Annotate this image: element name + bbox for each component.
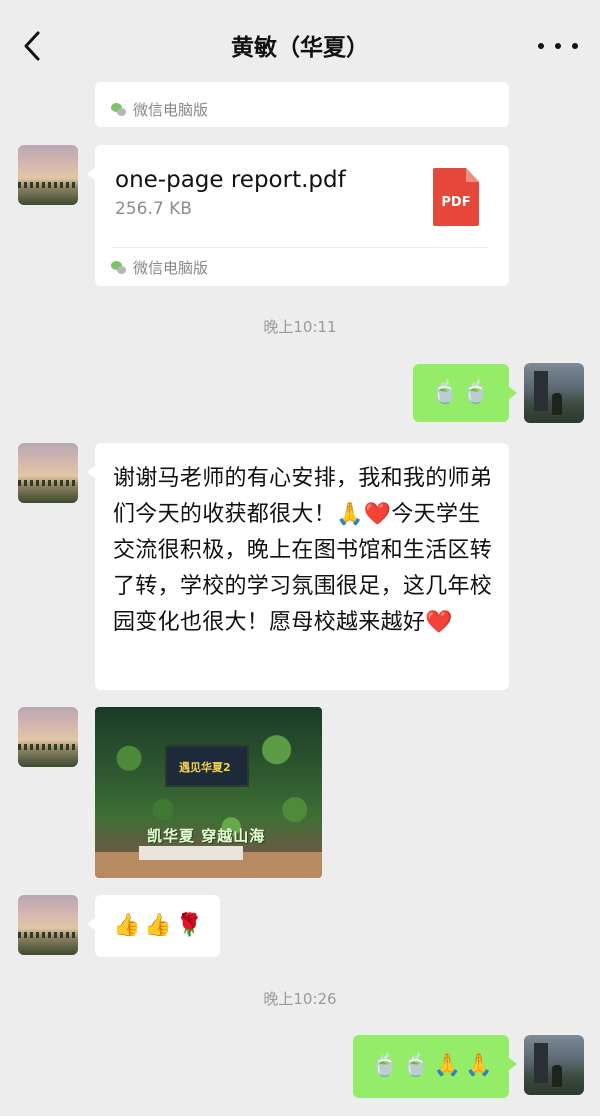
photo-banner-text: 凯华夏 穿越山海 <box>147 827 266 845</box>
file-card-partial[interactable]: 微信电脑版 <box>95 82 509 127</box>
photo-stand <box>139 846 243 860</box>
pdf-file-icon: PDF <box>433 168 479 226</box>
wechat-pc-icon <box>111 102 127 117</box>
contact-avatar[interactable] <box>18 145 78 205</box>
emoji: 👍 <box>144 913 172 938</box>
contact-avatar[interactable] <box>18 443 78 503</box>
emoji: 🍵 <box>462 380 490 405</box>
timestamp: 晚上10:11 <box>263 318 337 336</box>
photo-screen-text: 遇见华夏2 <box>179 761 231 774</box>
file-message-card[interactable]: one-page report.pdf 256.7 KB PDF 微信电脑版 <box>87 145 509 286</box>
message-text: 谢谢马老师的有心安排，我和我的师弟们今天的收获都很大！🙏❤️今天学生交流很积极，… <box>113 466 493 635</box>
contact-avatar[interactable] <box>18 707 78 767</box>
card-divider <box>111 247 489 248</box>
text-message-bubble[interactable]: 谢谢马老师的有心安排，我和我的师弟们今天的收获都很大！🙏❤️今天学生交流很积极，… <box>87 443 509 690</box>
sent-message-bubble[interactable]: 🍵 🍵 <box>413 364 517 422</box>
emoji: 🍵 <box>431 380 459 405</box>
source-label: 微信电脑版 <box>133 259 209 277</box>
source-label: 微信电脑版 <box>133 101 209 119</box>
emoji: 🍵 <box>371 1053 399 1078</box>
source-row: 微信电脑版 <box>111 99 208 120</box>
emoji: 👍 <box>113 913 141 938</box>
emoji: 🙏 <box>465 1053 493 1078</box>
photo-screen: 遇见华夏2 <box>165 745 249 787</box>
self-avatar[interactable] <box>524 1035 584 1095</box>
self-avatar[interactable] <box>524 363 584 423</box>
wechat-pc-icon <box>111 260 127 275</box>
emoji-message-bubble[interactable]: 👍 👍 🌹 <box>87 895 220 957</box>
emoji-row: 🍵 🍵 <box>431 382 490 404</box>
chat-title: 黄敏（华夏） <box>231 35 369 61</box>
more-dots-icon[interactable] <box>538 32 578 60</box>
pdf-icon-label: PDF <box>441 195 471 210</box>
emoji-row: 👍 👍 🌹 <box>113 915 203 937</box>
file-name: one-page report.pdf <box>115 167 346 193</box>
chat-header: 黄敏（华夏） <box>0 0 600 82</box>
emoji-row: 🍵 🍵 🙏 🙏 <box>371 1055 493 1077</box>
photo-message[interactable]: 遇见华夏2 凯华夏 穿越山海 <box>95 707 322 878</box>
file-size: 256.7 KB <box>115 199 192 219</box>
timestamp: 晚上10:26 <box>263 990 337 1008</box>
source-row: 微信电脑版 <box>111 257 208 278</box>
emoji: 🌹 <box>175 913 204 938</box>
contact-avatar[interactable] <box>18 895 78 955</box>
emoji: 🙏 <box>433 1053 462 1078</box>
sent-message-bubble[interactable]: 🍵 🍵 🙏 🙏 <box>353 1035 517 1098</box>
emoji: 🍵 <box>402 1053 430 1078</box>
